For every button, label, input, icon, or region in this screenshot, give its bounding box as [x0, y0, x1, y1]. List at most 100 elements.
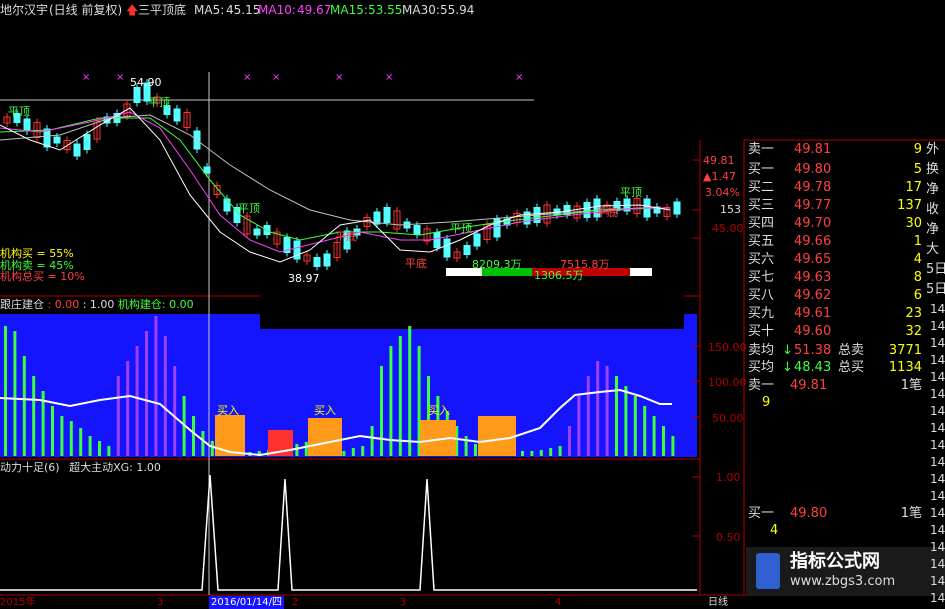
candle-body	[323, 253, 331, 267]
period-label[interactable]: 日线	[708, 596, 728, 609]
indicator1-bar	[304, 442, 308, 456]
indicator1-bar	[69, 421, 73, 456]
axis-price: 49.81	[703, 154, 735, 167]
avg-buy-value: 48.43	[794, 360, 832, 375]
candle-body	[133, 87, 141, 103]
date-start: 2015年	[0, 597, 36, 608]
ma15-label: MA15:	[330, 3, 368, 17]
indicator1-bar	[135, 346, 139, 456]
indicator1-value-a: : 0.00	[47, 298, 80, 311]
ma10-label: MA10:	[258, 3, 296, 17]
tick-time: 14	[930, 387, 945, 401]
axis-percent: 3.04%	[705, 186, 740, 199]
svg-text:×: ×	[272, 72, 280, 83]
candle-body	[463, 245, 471, 255]
right-stat-label: 大	[926, 242, 940, 257]
right-stat-label: 外	[926, 142, 940, 157]
queue-sell-volume-row: 9	[746, 393, 926, 413]
indicator1-bar	[163, 336, 167, 456]
bid-volume: 17	[905, 180, 922, 195]
bid-price: 49.60	[794, 324, 832, 339]
candle-body	[433, 232, 441, 248]
tick-time: 14	[930, 540, 945, 554]
indicator1-bar	[22, 356, 26, 456]
indicator1-axis-50: 50.00	[712, 412, 744, 425]
bid-price: 49.80	[794, 162, 832, 177]
right-stat-label: 5日	[926, 282, 945, 297]
indicator1-bar	[398, 336, 402, 456]
watermark-url: www.zbgs3.com	[790, 574, 896, 589]
pingding-label: 平顶	[148, 96, 170, 109]
queue-buy-volume-row: 4	[746, 521, 926, 541]
candle-body	[43, 128, 51, 148]
indicator1-bar	[154, 316, 158, 456]
candle-body	[53, 136, 61, 144]
order-book-bid-row: 买八 49.62 6	[746, 286, 926, 306]
avg-buy-label: 买均	[748, 360, 775, 375]
indicator1-bar	[643, 406, 647, 456]
bid-price: 49.61	[794, 306, 832, 321]
indicator1-bar	[4, 326, 7, 456]
bid-volume: 6	[913, 288, 922, 303]
pingdi-label: 平底	[405, 257, 427, 270]
order-book-bid-row: 买五 49.66 1	[746, 232, 926, 252]
indicator1-bar	[624, 386, 628, 456]
tick-time: 14	[930, 472, 945, 486]
queue-buy-volume: 4	[770, 523, 779, 538]
order-book-bid-row: 买七 49.63 8	[746, 268, 926, 288]
indicator1-bar	[13, 331, 17, 456]
indicator1-bar	[51, 406, 54, 456]
bid-volume: 8	[913, 270, 922, 285]
inst-total-text: 机构总买 = 10%	[0, 270, 85, 283]
bid-label: 买六	[748, 252, 775, 267]
ma30-value: 55.94	[440, 3, 475, 17]
indicator1-bar	[615, 376, 618, 456]
axis-change: ▲1.47	[703, 170, 736, 183]
candle-body	[23, 118, 31, 132]
bid-price: 49.77	[794, 198, 832, 213]
candle-body	[673, 201, 681, 215]
tick-time: 14	[930, 336, 945, 350]
tick-time: 14	[930, 421, 945, 435]
svg-text:×: ×	[515, 72, 523, 83]
bid-label: 买十	[748, 324, 775, 339]
indicator1-bar	[521, 451, 524, 456]
tick-time: 14	[930, 353, 945, 367]
date-month: 3	[157, 597, 164, 608]
indicator1-bar	[126, 361, 130, 456]
bid-label: 买五	[748, 234, 775, 249]
bid-volume: 32	[905, 324, 922, 339]
ma30-label: MA30:	[402, 3, 440, 17]
indicator2-value: 超大主动XG: 1.00	[69, 461, 161, 474]
order-book-bid-row: 买九 49.61 23	[746, 304, 926, 324]
indicator2-title: 动力十足(6) 超大主动XG: 1.00	[0, 461, 161, 474]
low-price-label: 38.97	[288, 272, 320, 285]
bid-label: 买二	[748, 180, 775, 195]
indicator1-bar	[530, 451, 534, 456]
peak-price-label: 54.90	[130, 76, 162, 89]
total-buy-label: 总买	[838, 360, 865, 375]
indicator1-bar	[98, 441, 101, 456]
bid-volume: 30	[905, 216, 922, 231]
svg-text:×: ×	[243, 72, 251, 83]
ma5-value: 45.15	[226, 3, 261, 17]
pingding-label: 平顶	[620, 186, 642, 199]
indicator1-bar	[596, 361, 600, 456]
ask-volume: 9	[913, 142, 922, 157]
indicator1-bar	[173, 366, 177, 456]
pingding-label: 平顶	[238, 202, 260, 215]
candle-body	[443, 238, 451, 258]
bid-volume: 4	[913, 252, 922, 267]
tick-time: 14	[930, 319, 945, 333]
bid-label: 买一	[748, 162, 775, 177]
stock-name: 地尔汉宇	[0, 3, 49, 17]
right-stat-label: 收	[926, 202, 940, 217]
avg-buy-row: 买均 ↓ 48.43 总买 1134	[746, 358, 926, 378]
chart-mode: (日线 前复权)	[49, 3, 123, 17]
buy-signal-label: 买入	[217, 404, 239, 417]
bid-price: 49.62	[794, 288, 832, 303]
indicator2-axis-1: 1.00	[716, 471, 741, 484]
buy-signal-label: 买入	[314, 404, 336, 417]
indicator1-bar	[408, 326, 412, 456]
indicator1-bar	[192, 416, 195, 456]
